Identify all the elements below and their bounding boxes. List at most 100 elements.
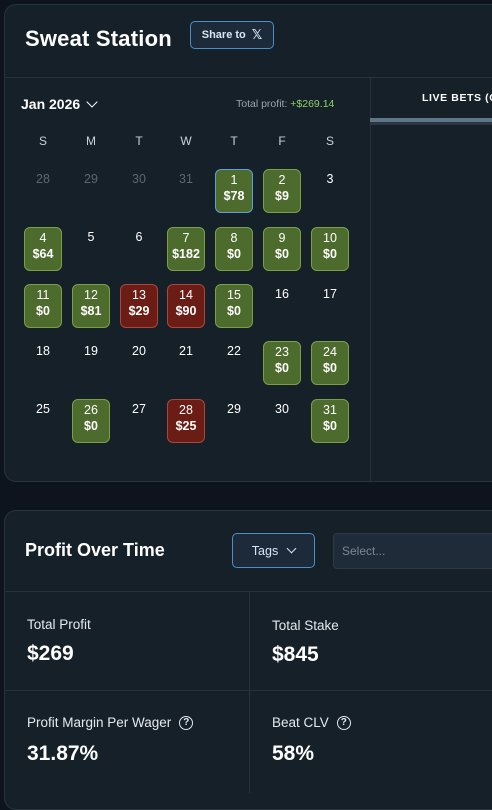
calendar-day[interactable]: 8 $0 xyxy=(215,227,253,271)
calendar-day[interactable]: 31 xyxy=(167,169,205,213)
calendar-day[interactable]: 18 xyxy=(24,341,62,385)
day-number: 15 xyxy=(227,288,241,302)
help-icon[interactable]: ? xyxy=(336,715,351,730)
chevron-down-icon xyxy=(86,96,98,108)
beat-clv-stat-value: 58% xyxy=(272,742,315,765)
day-profit-amount: $0 xyxy=(275,361,289,375)
calendar-day[interactable]: 9 $0 xyxy=(263,227,301,271)
calendar-day[interactable]: 28 xyxy=(24,169,62,213)
calendar-day[interactable]: 30 xyxy=(263,399,301,443)
total-stake-stat-label-text: Total Stake xyxy=(272,618,339,633)
day-profit-amount: $64 xyxy=(32,247,54,261)
calendar-day[interactable]: 3 xyxy=(311,169,349,213)
tags-dropdown[interactable]: Tags xyxy=(232,533,315,568)
day-number: 7 xyxy=(182,231,190,245)
day-number: 12 xyxy=(84,288,98,302)
total-profit-stat-label-text: Total Profit xyxy=(27,617,91,632)
month-label: Jan 2026 xyxy=(21,96,81,112)
calendar-day[interactable]: 14 $90 xyxy=(167,284,205,328)
header-divider xyxy=(4,77,492,78)
day-number: 8 xyxy=(230,231,238,245)
total-profit-stat-label: Total Profit xyxy=(27,617,91,632)
calendar-day[interactable]: 12 $81 xyxy=(72,284,110,328)
day-number: 9 xyxy=(278,231,286,245)
total-profit-summary: Total profit: +$269.14 xyxy=(236,98,334,110)
stats-top-divider xyxy=(4,591,492,592)
day-number: 31 xyxy=(179,172,193,186)
calendar-day[interactable]: 20 xyxy=(120,341,158,385)
day-number: 10 xyxy=(323,231,337,245)
profit-margin-stat-label: Profit Margin Per Wager ? xyxy=(27,715,194,730)
month-selector[interactable]: Jan 2026 xyxy=(21,96,98,112)
calendar-day[interactable]: 11 $0 xyxy=(24,284,62,328)
calendar-day[interactable]: 15 $0 xyxy=(215,284,253,328)
beat-clv-stat-label-text: Beat CLV xyxy=(272,715,329,730)
calendar-day[interactable]: 21 xyxy=(167,341,205,385)
day-number: 1 xyxy=(230,173,238,187)
column-divider xyxy=(370,78,371,481)
tag-select-input[interactable]: Select... xyxy=(333,533,492,569)
day-profit-amount: $0 xyxy=(323,361,337,375)
day-number: 28 xyxy=(179,403,193,417)
calendar-day[interactable]: 10 $0 xyxy=(311,227,349,271)
calendar-day[interactable]: 31 $0 xyxy=(311,399,349,443)
calendar-day[interactable]: 5 xyxy=(72,227,110,271)
share-to-x-button[interactable]: Share to 𝕏 xyxy=(190,21,274,49)
calendar-day[interactable]: 17 xyxy=(311,284,349,328)
total-profit-value: +$269.14 xyxy=(290,98,335,110)
beat-clv-stat-label: Beat CLV ? xyxy=(272,715,351,730)
day-profit-amount: $0 xyxy=(323,247,337,261)
day-profit-amount: $0 xyxy=(227,247,241,261)
day-profit-amount: $78 xyxy=(223,189,245,203)
calendar-day[interactable]: 27 xyxy=(120,399,158,443)
calendar-day[interactable]: 19 xyxy=(72,341,110,385)
calendar-day[interactable]: 7 $182 xyxy=(167,227,205,271)
day-number: 18 xyxy=(36,344,50,358)
stats-column-divider xyxy=(249,592,250,793)
x-logo-icon: 𝕏 xyxy=(251,27,263,42)
day-profit-amount: $182 xyxy=(172,247,200,261)
day-number: 26 xyxy=(84,403,98,417)
calendar-day[interactable]: 23 $0 xyxy=(263,341,301,385)
day-number: 24 xyxy=(323,345,337,359)
weekday-label: T xyxy=(230,134,238,148)
calendar-day[interactable]: 1 $78 xyxy=(215,169,253,213)
weekday-label: M xyxy=(86,134,96,148)
calendar-day[interactable]: 16 xyxy=(263,284,301,328)
profit-margin-stat-value: 31.87% xyxy=(27,742,99,765)
calendar-day[interactable]: 2 $9 xyxy=(263,169,301,213)
calendar-day[interactable]: 22 xyxy=(215,341,253,385)
calendar-day[interactable]: 25 xyxy=(24,399,62,443)
calendar-day[interactable]: 6 xyxy=(120,227,158,271)
day-profit-amount: $81 xyxy=(80,304,102,318)
day-number: 21 xyxy=(179,344,193,358)
day-number: 22 xyxy=(227,344,241,358)
day-number: 14 xyxy=(179,288,193,302)
calendar-day[interactable]: 29 xyxy=(215,399,253,443)
day-number: 4 xyxy=(39,231,47,245)
day-number: 28 xyxy=(36,172,50,186)
day-number: 30 xyxy=(132,172,146,186)
tab-live-bets[interactable]: LIVE BETS (C xyxy=(422,92,492,104)
day-profit-amount: $0 xyxy=(227,304,241,318)
share-label: Share to xyxy=(201,29,246,41)
day-profit-amount: $0 xyxy=(323,419,337,433)
day-number: 20 xyxy=(132,344,146,358)
help-icon[interactable]: ? xyxy=(179,715,194,730)
calendar-day[interactable]: 29 xyxy=(72,169,110,213)
calendar-day[interactable]: 13 $29 xyxy=(120,284,158,328)
calendar-day[interactable]: 4 $64 xyxy=(24,227,62,271)
day-number: 25 xyxy=(36,402,50,416)
day-profit-amount: $29 xyxy=(128,304,150,318)
day-profit-amount: $0 xyxy=(84,419,98,433)
total-profit-label: Total profit: xyxy=(236,98,288,110)
calendar-day[interactable]: 28 $25 xyxy=(167,399,205,443)
tags-label: Tags xyxy=(251,543,279,558)
weekday-label: S xyxy=(325,134,334,148)
weekday-label: W xyxy=(180,134,192,148)
stats-row-divider xyxy=(4,690,492,691)
calendar-day[interactable]: 30 xyxy=(120,169,158,213)
calendar-day[interactable]: 24 $0 xyxy=(311,341,349,385)
calendar-day[interactable]: 26 $0 xyxy=(72,399,110,443)
day-number: 17 xyxy=(323,287,337,301)
